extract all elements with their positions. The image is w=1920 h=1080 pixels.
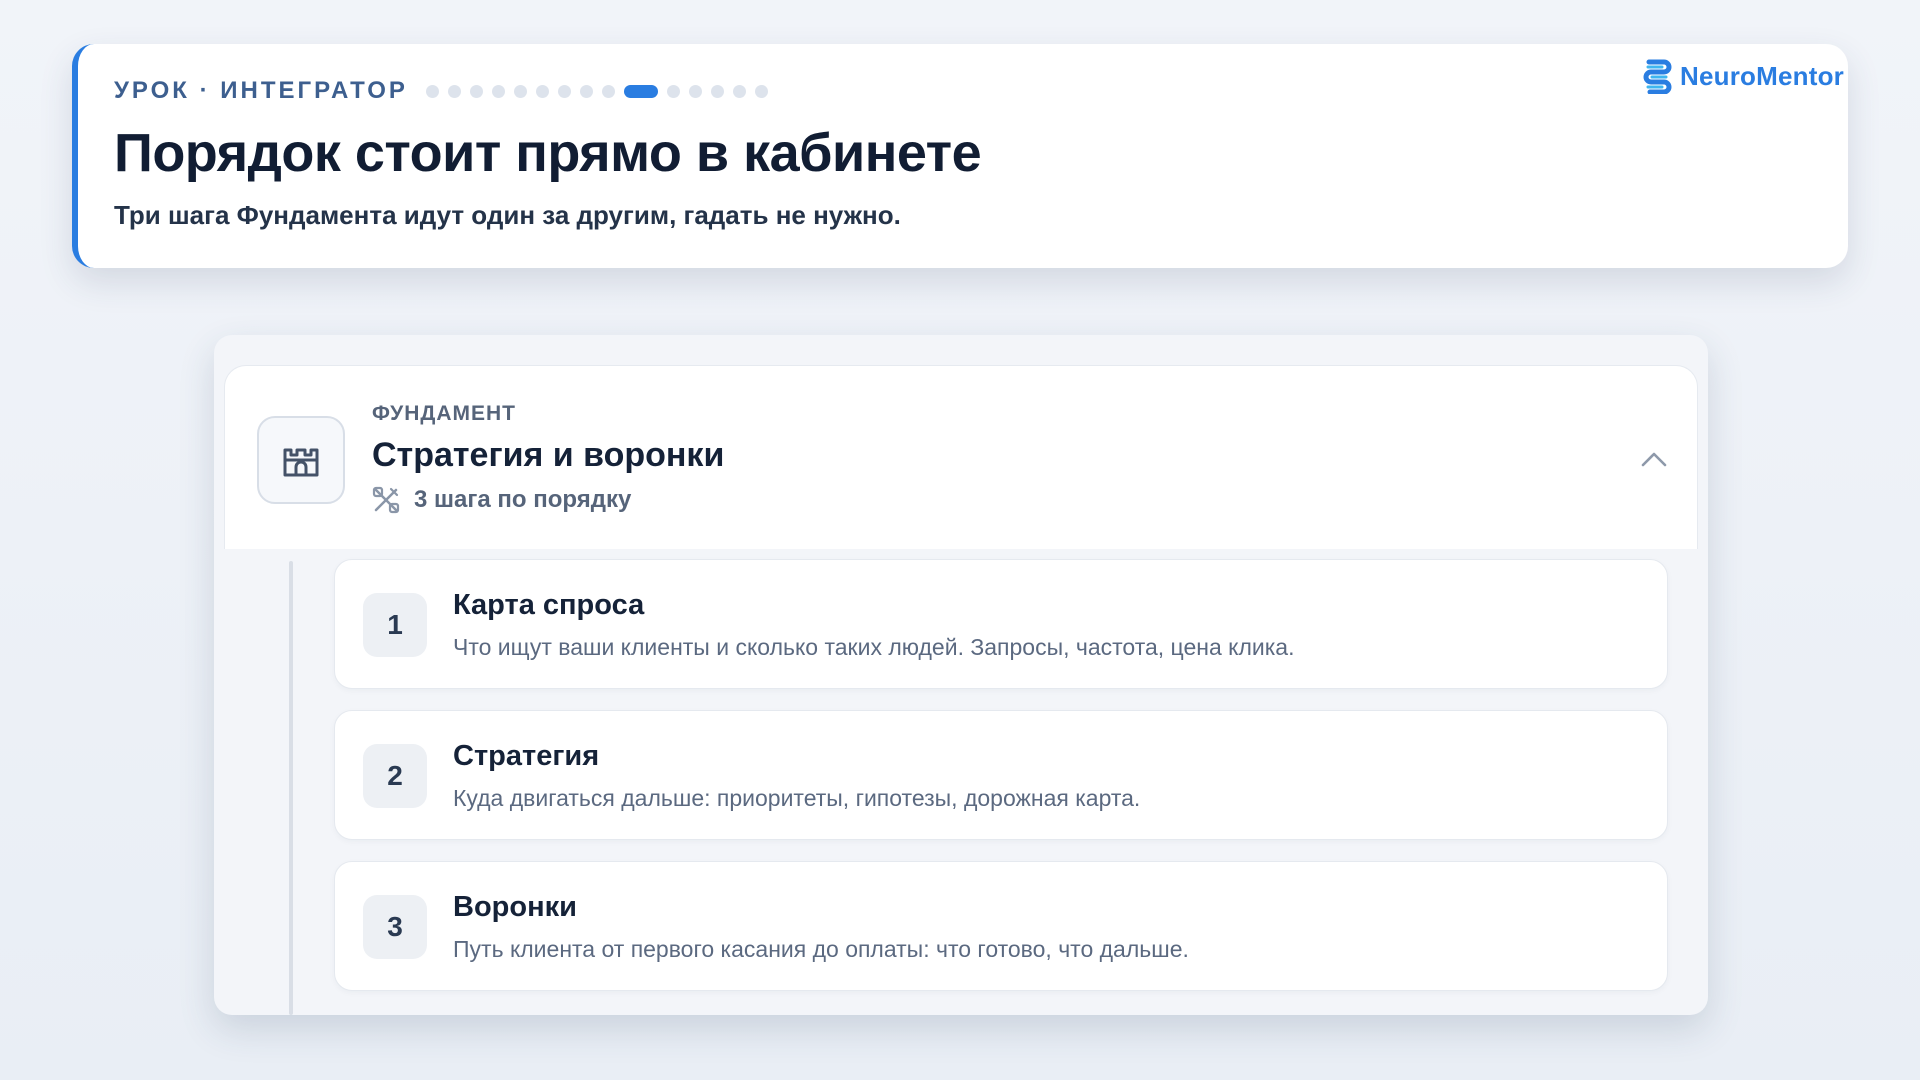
step-description: Путь клиента от первого касания до оплат… bbox=[453, 936, 1189, 962]
step-number: 2 bbox=[363, 744, 427, 808]
progress-dot bbox=[491, 84, 505, 98]
step-card[interactable]: 2 Стратегия Куда двигаться дальше: приор… bbox=[334, 710, 1668, 840]
collapse-toggle[interactable] bbox=[1637, 446, 1671, 472]
page-title: Порядок стоит прямо в кабинете bbox=[114, 123, 982, 183]
step-number: 3 bbox=[363, 895, 427, 959]
section-meta: 3 шага по порядку bbox=[372, 486, 631, 514]
section-title: Стратегия и воронки bbox=[372, 436, 725, 474]
chevron-up-icon bbox=[1641, 452, 1667, 467]
progress-dot bbox=[425, 84, 439, 98]
progress-dot bbox=[754, 84, 768, 98]
lesson-page: УРОК · ИНТЕГРАТОР Порядок стоит прямо в … bbox=[0, 0, 1920, 1080]
steps-list: 1 Карта спроса Что ищут ваши клиенты и с… bbox=[214, 549, 1708, 1015]
step-card[interactable]: 3 Воронки Путь клиента от первого касани… bbox=[334, 861, 1668, 991]
step-description: Что ищут ваши клиенты и сколько таких лю… bbox=[453, 634, 1295, 660]
step-title: Воронки bbox=[453, 891, 577, 923]
progress-dot bbox=[688, 84, 702, 98]
page-subtitle: Три шага Фундамента идут один за другим,… bbox=[114, 200, 901, 230]
step-description: Куда двигаться дальше: приоритеты, гипот… bbox=[453, 785, 1141, 811]
step-number: 1 bbox=[363, 593, 427, 657]
castle-icon bbox=[283, 448, 319, 477]
tools-icon bbox=[372, 486, 400, 514]
progress-dot bbox=[579, 84, 593, 98]
section-header[interactable]: ФУНДАМЕНТ Стратегия и воронки 3 шага по … bbox=[224, 365, 1698, 549]
step-card[interactable]: 1 Карта спроса Что ищут ваши клиенты и с… bbox=[334, 559, 1668, 689]
section-meta-text: 3 шага по порядку bbox=[414, 486, 632, 513]
brand-name: NeuroMentor bbox=[1680, 60, 1844, 91]
lesson-kicker: УРОК · ИНТЕГРАТОР bbox=[114, 77, 408, 104]
progress-dot bbox=[535, 84, 549, 98]
progress-dot bbox=[710, 84, 724, 98]
progress-dot bbox=[513, 84, 527, 98]
lesson-kicker-row: УРОК · ИНТЕГРАТОР bbox=[114, 76, 1848, 106]
section-kicker: ФУНДАМЕНТ bbox=[372, 402, 516, 425]
progress-dot-current bbox=[623, 84, 658, 98]
progress-dot bbox=[469, 84, 483, 98]
brand: NeuroMentor bbox=[1642, 58, 1844, 94]
progress-dot bbox=[732, 84, 746, 98]
progress-dot bbox=[447, 84, 461, 98]
progress-dot bbox=[557, 84, 571, 98]
progress-dot bbox=[666, 84, 680, 98]
step-title: Стратегия bbox=[453, 740, 600, 772]
step-title: Карта спроса bbox=[453, 589, 645, 621]
timeline-line bbox=[289, 561, 293, 1015]
lesson-progress-dots bbox=[425, 84, 768, 98]
foundation-panel: ФУНДАМЕНТ Стратегия и воронки 3 шага по … bbox=[214, 335, 1708, 1015]
lesson-header-card: УРОК · ИНТЕГРАТОР Порядок стоит прямо в … bbox=[72, 44, 1848, 268]
section-icon-box bbox=[257, 416, 345, 504]
progress-dot bbox=[601, 84, 615, 98]
neuromentor-logo-icon bbox=[1643, 59, 1672, 94]
